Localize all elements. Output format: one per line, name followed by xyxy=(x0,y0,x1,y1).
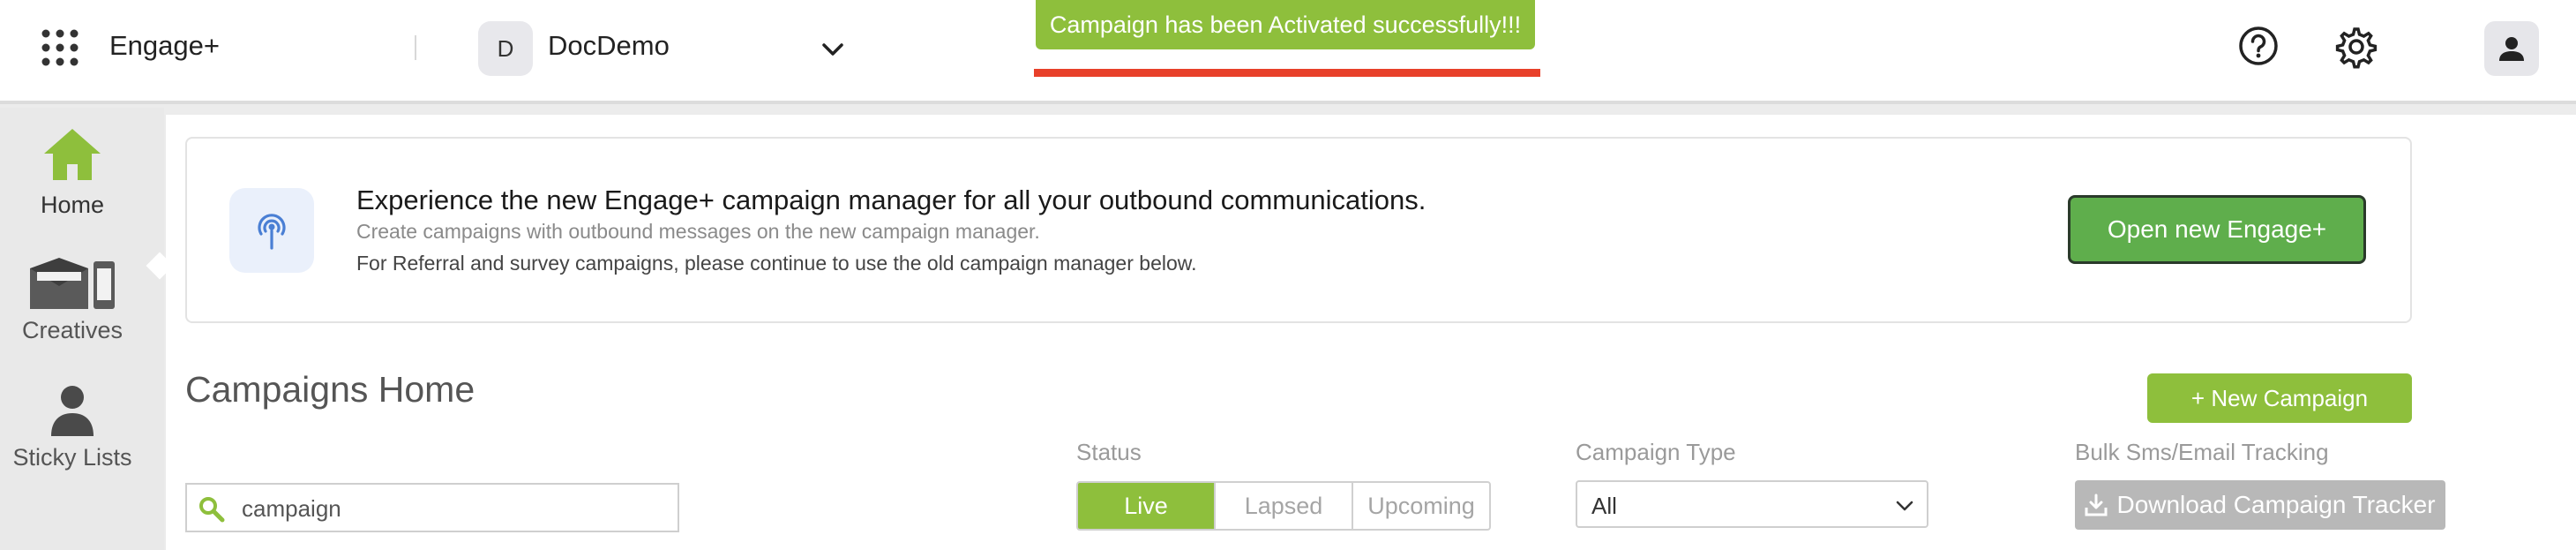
download-campaign-tracker-button[interactable]: Download Campaign Tracker xyxy=(2075,480,2445,530)
page-title: Campaigns Home xyxy=(185,369,476,410)
campaign-type-select[interactable]: All xyxy=(1576,480,1928,528)
open-new-engage-button[interactable]: Open new Engage+ xyxy=(2068,195,2366,264)
org-name[interactable]: DocDemo xyxy=(548,30,670,62)
chevron-down-icon[interactable] xyxy=(819,35,847,64)
header-divider xyxy=(415,35,416,60)
download-icon xyxy=(2085,493,2108,516)
creatives-icon xyxy=(30,258,115,309)
nav-item-creatives[interactable]: Creatives xyxy=(0,256,145,344)
gear-icon[interactable] xyxy=(2334,25,2378,69)
banner-title: Experience the new Engage+ campaign mana… xyxy=(356,185,1427,215)
campaign-type-label: Campaign Type xyxy=(1576,439,1736,465)
search-input[interactable]: campaign xyxy=(185,483,679,532)
campaign-type-value: All xyxy=(1591,493,1617,519)
user-icon xyxy=(2499,37,2524,61)
search-value: campaign xyxy=(242,495,341,522)
status-live-button[interactable]: Live xyxy=(1078,483,1216,529)
toast-progress-bar xyxy=(1034,69,1540,77)
left-nav: Home Creatives Sticky Lists xyxy=(0,108,174,550)
user-menu-button[interactable] xyxy=(2484,21,2539,76)
nav-item-label: Creatives xyxy=(21,317,124,343)
apps-grid-icon[interactable] xyxy=(39,26,81,69)
status-lapsed-button[interactable]: Lapsed xyxy=(1216,483,1353,529)
status-label: Status xyxy=(1076,439,1142,465)
search-icon xyxy=(199,497,225,523)
chevron-down-icon xyxy=(1896,501,1913,511)
app-name: Engage+ xyxy=(109,30,220,61)
banner-subtitle: Create campaigns with outbound messages … xyxy=(356,220,1040,243)
banner-note: For Referral and survey campaigns, pleas… xyxy=(356,252,1197,275)
person-icon xyxy=(51,386,94,436)
home-icon xyxy=(44,129,101,180)
download-button-label: Download Campaign Tracker xyxy=(2116,491,2436,518)
help-icon[interactable] xyxy=(2237,25,2280,67)
new-campaign-button[interactable]: + New Campaign xyxy=(2147,373,2412,423)
nav-item-label: Home xyxy=(40,192,105,218)
bulk-tracking-label: Bulk Sms/Email Tracking xyxy=(2075,439,2329,465)
status-toggle: Live Lapsed Upcoming xyxy=(1076,481,1491,531)
nav-item-sticky-lists[interactable]: Sticky Lists xyxy=(0,383,145,471)
banner-icon-box xyxy=(229,188,314,273)
success-toast: Campaign has been Activated successfully… xyxy=(1036,0,1535,49)
broadcast-icon xyxy=(258,214,286,250)
org-avatar[interactable]: D xyxy=(478,21,533,76)
status-upcoming-button[interactable]: Upcoming xyxy=(1353,483,1489,529)
nav-item-home[interactable]: Home xyxy=(0,127,145,219)
new-manager-banner: Experience the new Engage+ campaign mana… xyxy=(185,137,2412,323)
nav-item-label: Sticky Lists xyxy=(12,444,132,471)
